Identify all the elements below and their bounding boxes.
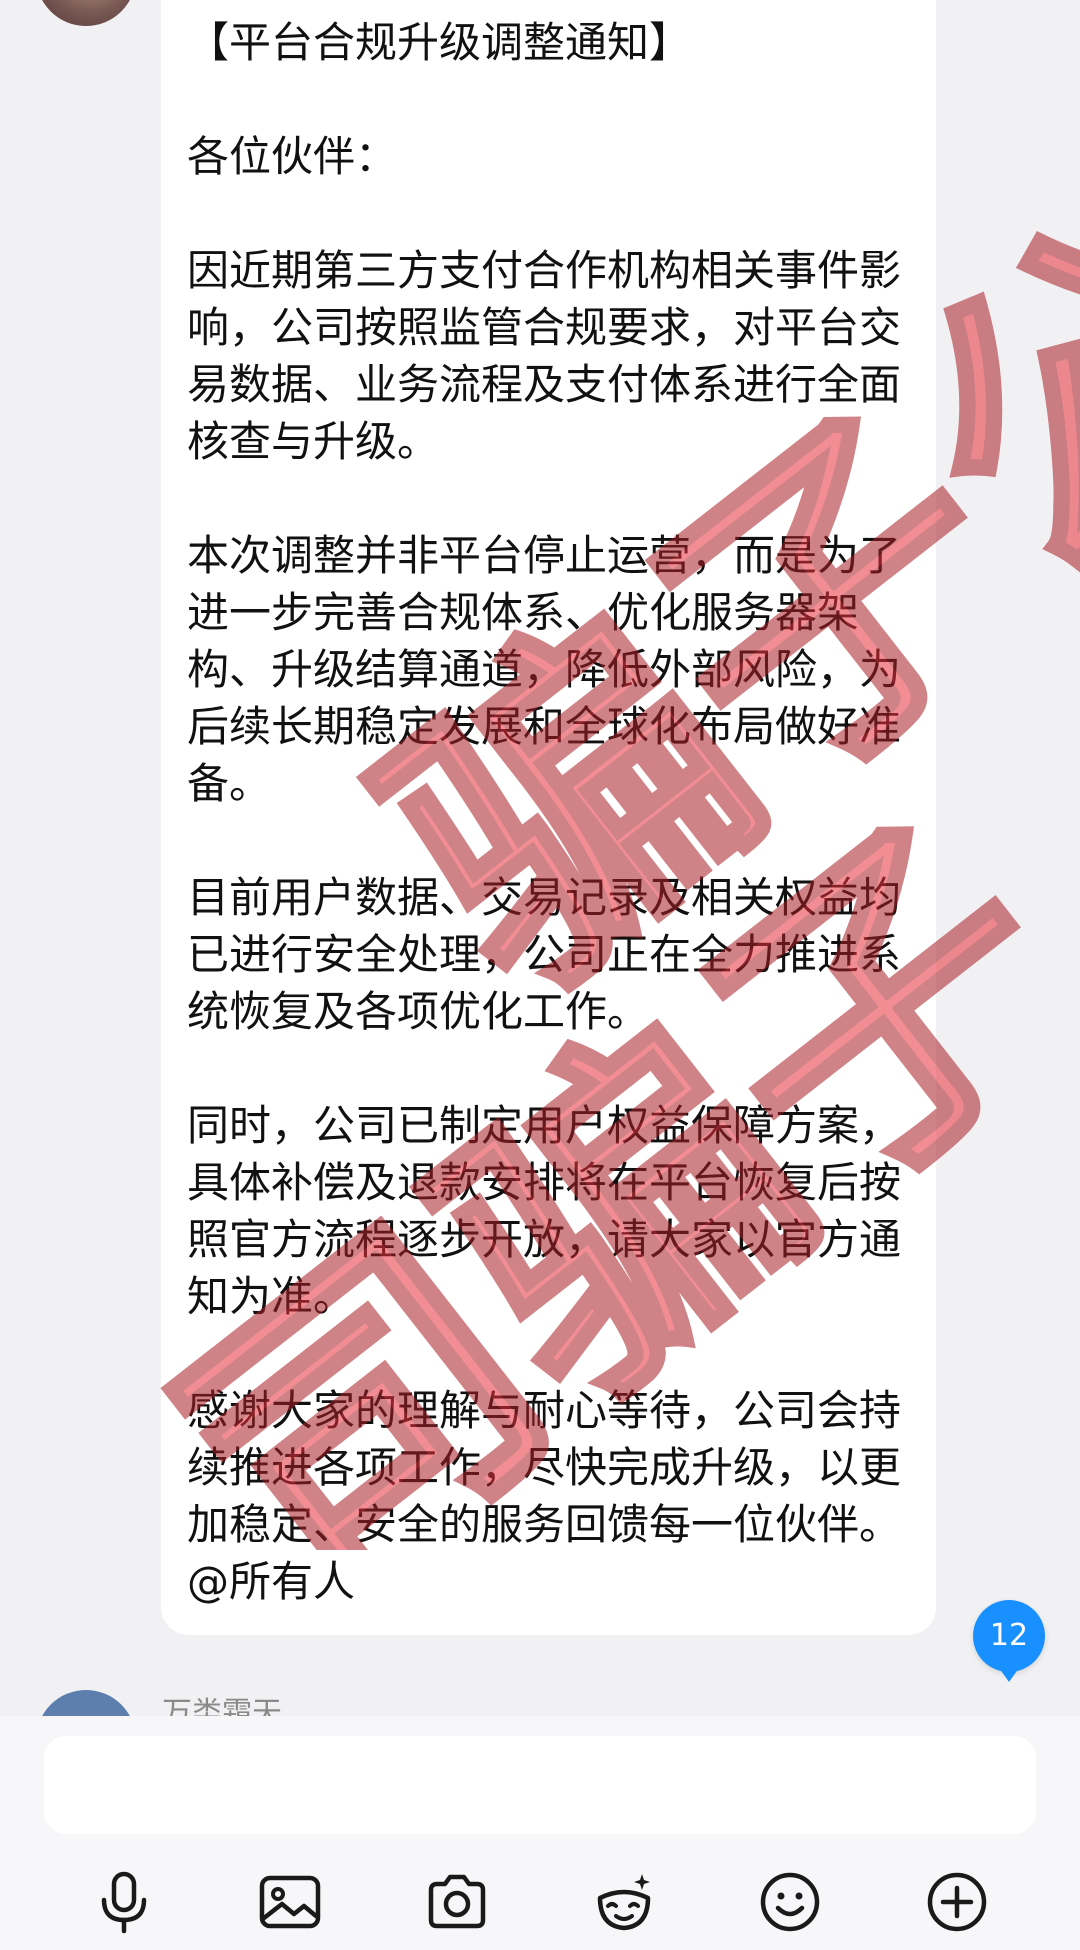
camera-button[interactable] xyxy=(419,1864,495,1940)
message-paragraph-1: 因近期第三方支付合作机构相关事件影响，公司按照监管合规要求，对平台交易数据、业务… xyxy=(187,246,902,466)
input-toolbar xyxy=(0,1856,1080,1946)
sender-avatar[interactable] xyxy=(36,0,136,26)
sticker-icon xyxy=(597,1874,651,1931)
message-paragraph-title: 【平台合规升级调整通知】 xyxy=(187,18,692,67)
input-panel xyxy=(0,1716,1080,1950)
message-paragraph-5: 感谢大家的理解与耐心等待，公司会持续推进各项工作，尽快完成升级，以更加稳定、安全… xyxy=(187,1386,902,1606)
more-button[interactable] xyxy=(919,1864,995,1940)
image-icon xyxy=(259,1875,321,1929)
voice-button[interactable] xyxy=(86,1864,162,1940)
message-bubble[interactable]: 【平台合规升级调整通知】 各位伙伴： 因近期第三方支付合作机构相关事件影响，公司… xyxy=(161,0,936,1635)
camera-icon xyxy=(428,1874,486,1929)
emoji-button[interactable] xyxy=(752,1864,828,1940)
message-paragraph-3: 目前用户数据、交易记录及相关权益均已进行安全处理，公司正在全力推进系统恢复及各项… xyxy=(187,873,902,1036)
plus-icon xyxy=(927,1872,987,1932)
unread-count-badge[interactable]: 12 xyxy=(973,1600,1045,1682)
message-text: 【平台合规升级调整通知】 各位伙伴： 因近期第三方支付合作机构相关事件影响，公司… xyxy=(187,14,922,1610)
microphone-icon xyxy=(101,1871,147,1934)
chat-screen: 【平台合规升级调整通知】 各位伙伴： 因近期第三方支付合作机构相关事件影响，公司… xyxy=(0,0,1080,1950)
message-paragraph-4: 同时，公司已制定用户权益保障方案，具体补偿及退款安排将在平台恢复后按照官方流程逐… xyxy=(187,1101,902,1321)
message-paragraph-2: 本次调整并非平台停止运营，而是为了进一步完善合规体系、优化服务器架构、升级结算通… xyxy=(187,531,902,808)
sticker-button[interactable] xyxy=(586,1864,662,1940)
emoji-icon xyxy=(760,1872,820,1932)
image-button[interactable] xyxy=(252,1864,328,1940)
message-paragraph-greeting: 各位伙伴： xyxy=(187,132,398,181)
message-input[interactable] xyxy=(44,1736,1036,1834)
